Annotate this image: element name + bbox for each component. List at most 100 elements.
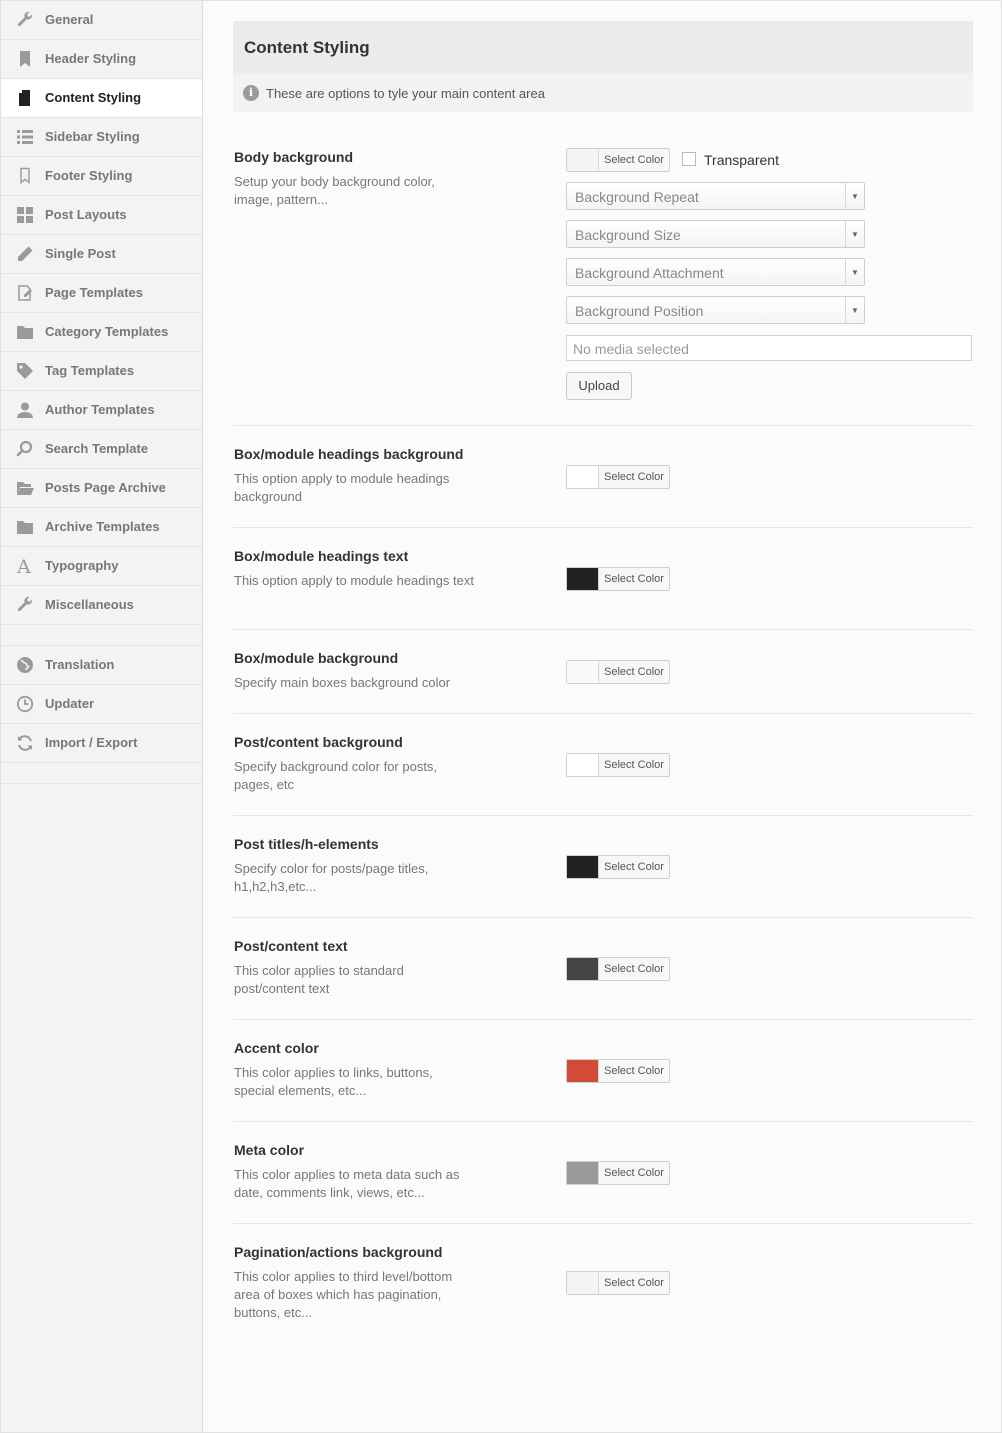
- color-swatch: [567, 958, 599, 980]
- color-picker-button[interactable]: Select Color: [566, 1271, 670, 1295]
- option-post-content-text: Post/content text This color applies to s…: [233, 918, 973, 1020]
- pencil-icon: [15, 244, 35, 264]
- option-pagination-actions-background: Pagination/actions background This color …: [233, 1224, 973, 1352]
- sidebar-item-label: Tag Templates: [45, 363, 135, 378]
- color-swatch: [567, 856, 599, 878]
- options-frame: General Header Styling Content Styling Side…: [0, 0, 1002, 1433]
- svg-text:A: A: [16, 557, 31, 575]
- option-title: Box/module background: [234, 650, 399, 666]
- sidebar-item-label: Archive Templates: [45, 519, 160, 534]
- option-description: This option apply to module headings bac…: [234, 471, 450, 504]
- option-description: This color applies to standard post/cont…: [234, 963, 404, 996]
- select-color-label: Select Color: [604, 573, 664, 585]
- body-background-color-picker[interactable]: Select Color: [566, 148, 670, 172]
- sidebar-item-label: Page Templates: [45, 285, 144, 300]
- sidebar-item-updater[interactable]: Updater: [1, 685, 202, 724]
- option-box-module-headings-text: Box/module headings text This option appl…: [233, 528, 973, 630]
- tag-icon: [15, 361, 35, 381]
- color-swatch: [567, 1162, 599, 1184]
- info-text: These are options to tyle your main cont…: [266, 86, 545, 101]
- color-picker-button[interactable]: Select Color: [566, 567, 670, 591]
- list-icon: [15, 127, 35, 147]
- chevron-down-icon: ▼: [845, 183, 864, 209]
- chevron-down-icon: ▼: [845, 297, 864, 323]
- option-description: This option apply to module headings tex…: [234, 573, 474, 588]
- color-swatch: [567, 568, 599, 590]
- option-post-titles-h-elements: Post titles/h-elements Specify color for …: [233, 816, 973, 918]
- sidebar-item-label: Content Styling: [45, 90, 142, 105]
- options-area: Body background Setup your body backgrou…: [233, 112, 973, 1352]
- color-picker-button[interactable]: Select Color: [566, 1161, 670, 1185]
- option-title: Accent color: [234, 1040, 319, 1056]
- select-value: Background Size: [575, 227, 681, 243]
- wrench-icon: [15, 595, 35, 615]
- option-body-background: Body background Setup your body backgrou…: [233, 112, 973, 426]
- sidebar-item-typography[interactable]: A Typography: [1, 547, 202, 586]
- content-panel: Content Styling i These are options to t…: [233, 21, 973, 1320]
- sidebar-item-post-layouts[interactable]: Post Layouts: [1, 196, 202, 235]
- folder-icon: [15, 517, 35, 537]
- select-color-label: Select Color: [604, 1065, 664, 1077]
- sidebar-item-label: Header Styling: [45, 51, 137, 66]
- folder-icon: [15, 322, 35, 342]
- option-description: Specify color for posts/page titles, h1,…: [234, 861, 429, 894]
- transparent-checkbox[interactable]: [682, 152, 696, 166]
- panel-header: Content Styling: [233, 21, 973, 73]
- sidebar-item-posts-page-archive[interactable]: Posts Page Archive: [1, 469, 202, 508]
- option-title: Post/content text: [234, 938, 348, 954]
- user-icon: [15, 400, 35, 420]
- sidebar-item-import-export[interactable]: Import / Export: [1, 724, 202, 763]
- refresh-icon: [15, 733, 35, 753]
- background-position-select[interactable]: Background Position ▼: [566, 296, 865, 324]
- sidebar-item-label: Category Templates: [45, 324, 169, 339]
- transparent-label: Transparent: [704, 152, 779, 168]
- sidebar-item-page-templates[interactable]: Page Templates: [1, 274, 202, 313]
- option-box-module-background: Box/module background Specify main boxes …: [233, 630, 973, 714]
- background-attachment-select[interactable]: Background Attachment ▼: [566, 258, 865, 286]
- select-color-label: Select Color: [604, 963, 664, 975]
- media-field[interactable]: No media selected: [566, 335, 972, 361]
- sidebar-item-general[interactable]: General: [1, 1, 202, 40]
- edit-page-icon: [15, 283, 35, 303]
- grid-icon: [15, 205, 35, 225]
- color-picker-button[interactable]: Select Color: [566, 855, 670, 879]
- option-title: Body background: [234, 149, 354, 165]
- media-placeholder: No media selected: [573, 341, 689, 357]
- color-picker-button[interactable]: Select Color: [566, 465, 670, 489]
- sidebar-item-single-post[interactable]: Single Post: [1, 235, 202, 274]
- select-color-label: Select Color: [604, 1277, 664, 1289]
- option-accent-color: Accent color This color applies to links,…: [233, 1020, 973, 1122]
- color-swatch: [567, 1272, 599, 1294]
- background-size-select[interactable]: Background Size ▼: [566, 220, 865, 248]
- sidebar-item-author-templates[interactable]: Author Templates: [1, 391, 202, 430]
- color-picker-button[interactable]: Select Color: [566, 1059, 670, 1083]
- sidebar-item-label: Sidebar Styling: [45, 129, 140, 144]
- option-box-module-headings-background: Box/module headings background This optio…: [233, 426, 973, 528]
- sidebar-item-label: Posts Page Archive: [45, 480, 166, 495]
- color-swatch: [567, 1060, 599, 1082]
- color-picker-button[interactable]: Select Color: [566, 957, 670, 981]
- sidebar-item-translation[interactable]: Translation: [1, 646, 202, 685]
- option-description: This color applies to links, buttons, sp…: [234, 1065, 433, 1098]
- option-title: Box/module headings background: [234, 446, 464, 462]
- sidebar-item-tag-templates[interactable]: Tag Templates: [1, 352, 202, 391]
- sidebar-item-category-templates[interactable]: Category Templates: [1, 313, 202, 352]
- sidebar-item-label: Miscellaneous: [45, 597, 134, 612]
- sidebar-item-footer-styling[interactable]: Footer Styling: [1, 157, 202, 196]
- sidebar-item-sidebar-styling[interactable]: Sidebar Styling: [1, 118, 202, 157]
- upload-button[interactable]: Upload: [566, 372, 632, 400]
- color-picker-button[interactable]: Select Color: [566, 660, 670, 684]
- sidebar-item-miscellaneous[interactable]: Miscellaneous: [1, 586, 202, 625]
- sidebar-item-header-styling[interactable]: Header Styling: [1, 40, 202, 79]
- sidebar-item-archive-templates[interactable]: Archive Templates: [1, 508, 202, 547]
- color-picker-button[interactable]: Select Color: [566, 753, 670, 777]
- background-repeat-select[interactable]: Background Repeat ▼: [566, 182, 865, 210]
- chevron-down-icon: ▼: [845, 259, 864, 285]
- info-icon: i: [243, 85, 259, 101]
- sidebar-item-content-styling[interactable]: Content Styling: [1, 79, 202, 118]
- document-icon: [15, 88, 35, 108]
- option-description: This color applies to meta data such as …: [234, 1167, 460, 1200]
- globe-icon: [15, 655, 35, 675]
- option-title: Post/content background: [234, 734, 403, 750]
- sidebar-item-search-template[interactable]: Search Template: [1, 430, 202, 469]
